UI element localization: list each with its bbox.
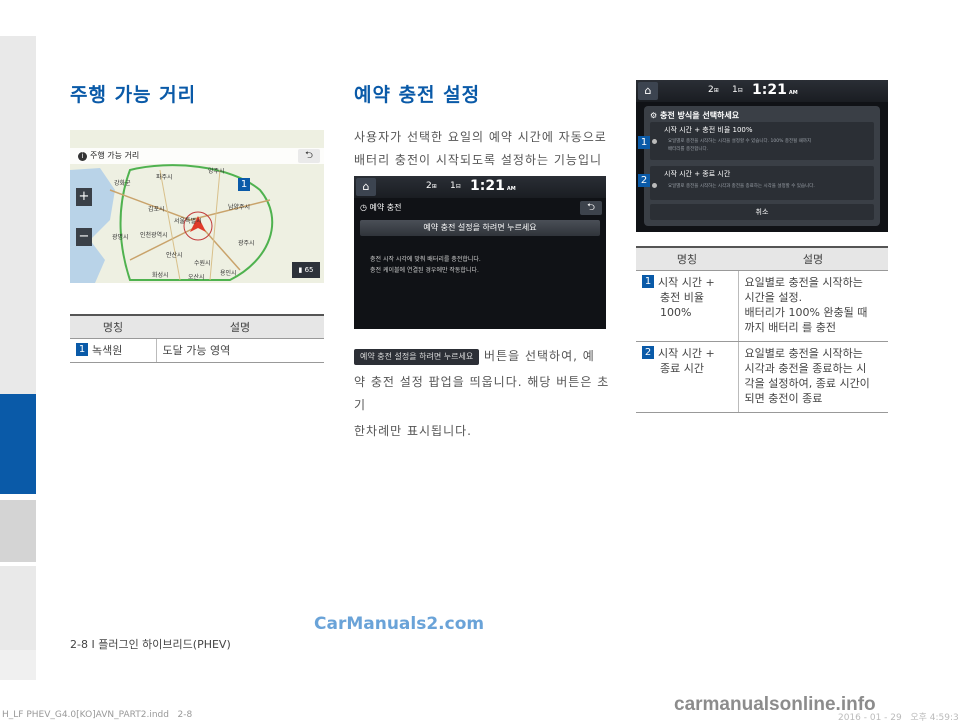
place-label: 용인시: [220, 270, 237, 277]
margin-band: [0, 36, 36, 394]
site-watermark: carmanualsonline.info: [674, 694, 876, 715]
table-cell: 1 녹색원: [70, 338, 157, 363]
watermark: CarManuals2.com: [314, 614, 485, 634]
place-label: 파주시: [156, 174, 173, 181]
button-desc: 예약 충전 설정을 하려면 누르세요 버튼을 선택하여, 예 약 충전 설정 팝…: [354, 345, 614, 443]
status-num: 2⊞: [708, 85, 719, 95]
status-num: 2⊞: [426, 181, 437, 191]
charge-mode-table: 명칭 설명 1 시작 시간 + 충전 비율 100% 요일별로 충전을 시작하는 …: [636, 246, 888, 413]
option-desc: 요일별로 충전을 시작하는 시각을 설정할 수 있습니다. 100% 충전될 때…: [668, 139, 812, 144]
place-label: 강화군: [114, 180, 131, 187]
option-desc: 요일별로 충전을 시작하는 시각과 충전을 종료하는 시각을 설정할 수 있습니…: [668, 184, 815, 189]
desc-line: 예약 충전 설정을 하려면 누르세요 버튼을 선택하여, 예: [354, 345, 614, 368]
file-info: H_LF PHEV_G4.0[KO]AVN_PART2.indd 2-8: [2, 710, 193, 720]
note-line: 충전 시작 시각에 맞춰 배터리를 충전합니다.: [370, 256, 481, 263]
place-label: 안산시: [166, 252, 183, 259]
back-button[interactable]: ⮌: [580, 201, 602, 215]
callout-1: 1: [638, 136, 650, 149]
screen-header: ◷ 예약 충전: [354, 200, 606, 216]
home-button[interactable]: ⌂: [356, 178, 376, 196]
page-number: 2-8 I 플러그인 하이브리드(PHEV): [70, 638, 231, 651]
place-label: 서울특별시: [174, 218, 202, 225]
table-row: 1 시작 시간 + 충전 비율 100% 요일별로 충전을 시작하는 시간을 설정…: [636, 270, 888, 342]
table-header: 명칭: [70, 314, 156, 339]
option-2-button[interactable]: 시작 시간 + 종료 시간 요일별로 충전을 시작하는 시각과 충전을 종료하는…: [650, 166, 874, 200]
option-1-button[interactable]: 시작 시간 + 충전 비율 100% 요일별로 충전을 시작하는 시각을 설정할…: [650, 122, 874, 160]
table-header-row: 명칭 설명: [636, 246, 888, 271]
home-icon: ⌂: [362, 180, 370, 193]
status-num: 1⊟: [732, 85, 743, 95]
place-label: 남양주시: [228, 204, 251, 211]
status-num: 1⊟: [450, 181, 461, 191]
callout-2: 2: [638, 174, 650, 187]
chapter-tab: [0, 500, 36, 562]
section-title-range: 주행 가능 거리: [70, 84, 197, 106]
clock-icon: ◷: [360, 203, 367, 212]
note-line: 충전 케이블에 연결된 경우에만 작동합니다.: [370, 267, 479, 274]
home-icon: ⌂: [644, 84, 652, 97]
option-desc: 배터리를 충전합니다.: [668, 147, 709, 152]
zoom-in-button[interactable]: +: [76, 188, 92, 206]
number-badge: 2: [642, 346, 654, 359]
home-button[interactable]: ⌂: [638, 82, 658, 100]
table-cell: 도달 가능 영역: [156, 338, 324, 363]
place-label: 화성시: [152, 272, 169, 279]
info-icon: i: [78, 152, 87, 161]
table-header-row: 명칭 설명: [70, 314, 324, 339]
cancel-button[interactable]: 취소: [650, 204, 874, 220]
intro-line: 사용자가 선택한 요일의 예약 시간에 자동으로: [354, 130, 607, 144]
place-label: 인천광역시: [140, 232, 168, 239]
callout-1: 1: [238, 178, 250, 191]
table-header: 명칭: [636, 246, 738, 271]
desc-line: 약 충전 설정 팝업을 띄웁니다. 해당 버튼은 초기: [354, 375, 610, 412]
clock: 1:21 AM: [470, 178, 516, 194]
option-label: 시작 시간 + 충전 비율 100%: [664, 126, 753, 134]
range-table: 명칭 설명 1 녹색원 도달 가능 영역: [70, 314, 324, 363]
option-label: 시작 시간 + 종료 시간: [664, 170, 731, 178]
place-label: 수원시: [194, 260, 211, 267]
battery-icon: ▮: [298, 266, 303, 274]
desc-line: 한차례만 표시됩니다.: [354, 424, 472, 438]
place-label: 김포시: [148, 206, 165, 213]
range-map-screen: i 주행 가능 거리 ⮌ 파주시 양주시 남양주시 강화군 김포시 서울특별시 인…: [70, 130, 324, 283]
clock: 1:21 AM: [752, 82, 798, 98]
inline-button-image: 예약 충전 설정을 하려면 누르세요: [354, 348, 480, 365]
reserve-screen: ⌂ 2⊞ 1⊟ 1:21 AM ◷ 예약 충전 ⮌ 예약 충전 설정을 하려면 누…: [354, 176, 606, 329]
table-cell: 요일별로 충전을 시작하는 시각과 충전을 종료하는 시 각을 설정하여, 종료…: [738, 341, 888, 413]
status-bar: ⌂ 2⊞ 1⊟ 1:21 AM: [636, 80, 888, 102]
table-cell: 요일별로 충전을 시작하는 시간을 설정. 배터리가 100% 완충될 때 까지…: [738, 270, 888, 342]
status-bar: ⌂ 2⊞ 1⊟ 1:21 AM: [354, 176, 606, 198]
scale-indicator: ▮ 65: [292, 262, 320, 278]
radio-button[interactable]: [652, 139, 657, 144]
row-name: 녹색원: [92, 344, 123, 357]
screen-title: 예약 충전: [369, 203, 402, 212]
popup-title: ⚙ 충전 방식을 선택하세요: [650, 111, 740, 120]
margin-band: [0, 650, 36, 680]
chapter-tab-active: [0, 394, 36, 494]
map-titlebar: i 주행 가능 거리: [70, 148, 324, 164]
place-label: 오산시: [188, 274, 205, 281]
place-label: 양주시: [208, 168, 225, 175]
table-header: 설명: [156, 314, 324, 339]
map-title: 주행 가능 거리: [90, 151, 140, 160]
table-header: 설명: [738, 246, 888, 271]
table-cell: 1 시작 시간 + 충전 비율 100%: [636, 270, 739, 342]
back-button[interactable]: ⮌: [298, 149, 320, 163]
zoom-out-button[interactable]: −: [76, 228, 92, 246]
charge-mode-popup: ⚙ 충전 방식을 선택하세요 시작 시간 + 충전 비율 100% 요일별로 충…: [644, 106, 880, 226]
gear-icon: ⚙: [650, 111, 658, 120]
place-label: 광주시: [238, 240, 255, 247]
number-badge: 1: [76, 343, 88, 356]
section-title-reserve: 예약 충전 설정: [354, 84, 481, 106]
radio-button[interactable]: [652, 183, 657, 188]
margin-band: [0, 566, 36, 650]
table-row: 2 시작 시간 + 종료 시간 요일별로 충전을 시작하는 시각과 충전을 종료하…: [636, 341, 888, 413]
place-label: 광명시: [112, 234, 129, 241]
charge-mode-screen: ⌂ 2⊞ 1⊟ 1:21 AM ⚙ 충전 방식을 선택하세요 시작 시간 + 충전…: [636, 80, 888, 232]
table-cell: 2 시작 시간 + 종료 시간: [636, 341, 739, 413]
scale-value: 65: [304, 266, 314, 274]
reserve-setting-button[interactable]: 예약 충전 설정을 하려면 누르세요: [360, 220, 600, 236]
number-badge: 1: [642, 275, 654, 288]
table-row: 1 녹색원 도달 가능 영역: [70, 338, 324, 363]
